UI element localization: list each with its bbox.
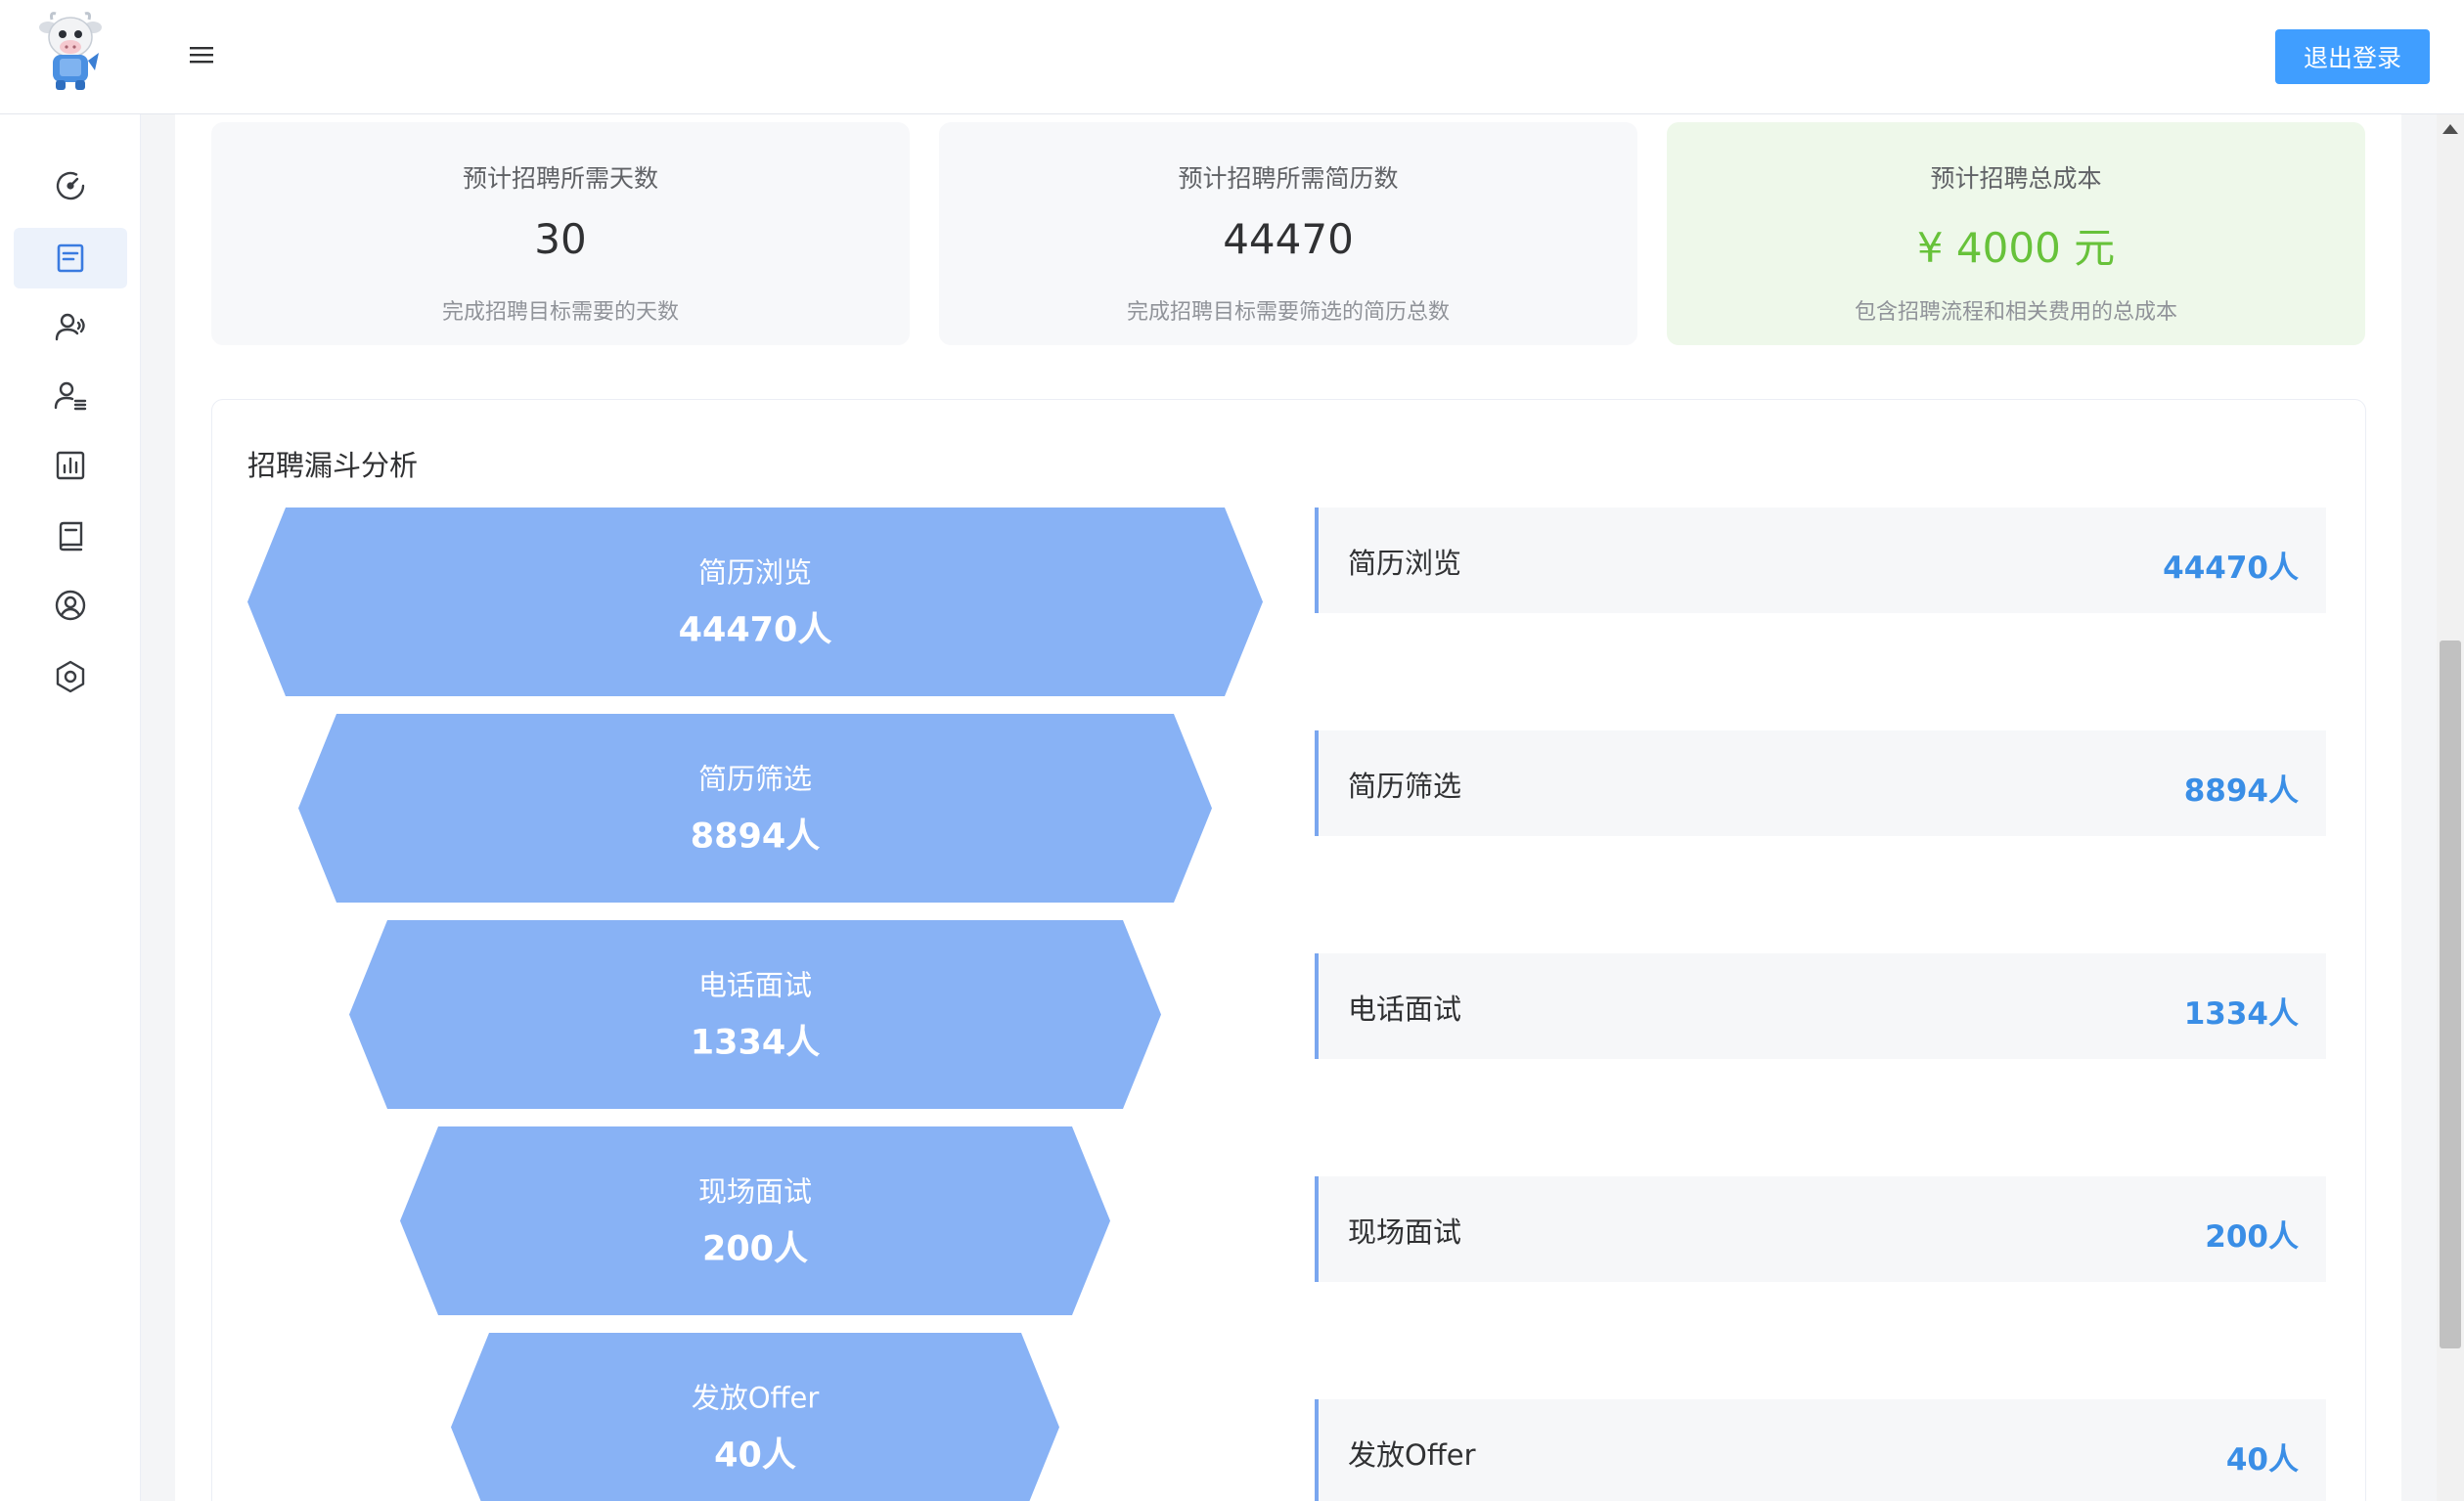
sidebar-item-dashboard[interactable]: [14, 155, 127, 216]
bar-chart-icon: [56, 451, 85, 480]
stat-card-resumes: 预计招聘所需简历数 44470 完成招聘目标需要筛选的简历总数: [939, 122, 1637, 345]
stat-desc: 完成招聘目标需要筛选的简历总数: [1126, 300, 1450, 325]
funnel-stage-count: 1334人: [691, 1024, 820, 1063]
legend-stage-name: 电话面试: [1348, 993, 1462, 1026]
user-voice-icon: [55, 313, 85, 341]
top-header: 退出登录: [0, 0, 2464, 114]
sidebar-item-handbook[interactable]: [14, 506, 127, 566]
legend-stage-name: 简历浏览: [1348, 547, 1462, 580]
legend-stage-name: 发放Offer: [1348, 1438, 1476, 1472]
stat-value: ¥ 4000 元: [1916, 224, 2116, 272]
funnel-legend-item[interactable]: 现场面试 200人: [1315, 1176, 2326, 1282]
funnel-stage-name: 简历浏览: [698, 556, 812, 590]
funnel-card: 招聘漏斗分析 简历浏览 44470人 简历筛选 8894人 电话面试 1334人 现场面试 2…: [211, 399, 2366, 1501]
stat-title: 预计招聘所需天数: [462, 164, 658, 193]
document-form-icon: [57, 243, 84, 273]
stat-desc: 完成招聘目标需要的天数: [441, 300, 679, 325]
cow-mascot-logo[interactable]: [36, 10, 105, 94]
sidebar-item-candidates[interactable]: [14, 296, 127, 357]
stat-card-days: 预计招聘所需天数 30 完成招聘目标需要的天数: [211, 122, 910, 345]
funnel-segment[interactable]: [349, 920, 1161, 1109]
funnel-stage-name: 简历筛选: [698, 763, 812, 796]
funnel-chart: 简历浏览 44470人简历筛选 8894人电话面试 1334人现场面试 200人发放Of…: [247, 508, 1263, 1501]
funnel-stage-name: 发放Offer: [692, 1382, 820, 1415]
legend-stage-count: 8894人: [2183, 773, 2299, 809]
stat-title: 预计招聘总成本: [1930, 164, 2102, 193]
stat-desc: 包含招聘流程和相关费用的总成本: [1854, 300, 2177, 325]
funnel-legend-item[interactable]: 简历筛选 8894人: [1315, 730, 2326, 836]
funnel-segment[interactable]: [247, 508, 1263, 696]
legend-stage-name: 简历筛选: [1348, 770, 1462, 803]
sidebar-item-profile[interactable]: [14, 575, 127, 636]
sidebar-item-reports[interactable]: [14, 435, 127, 496]
sidebar-item-employees[interactable]: [14, 365, 127, 425]
user-circle-icon: [55, 590, 86, 621]
stat-value: 44470: [1223, 215, 1354, 263]
book-icon: [59, 521, 83, 552]
settings-hexagon-icon: [56, 660, 85, 693]
funnel-legend-item[interactable]: 电话面试 1334人: [1315, 953, 2326, 1059]
stat-title: 预计招聘所需简历数: [1178, 164, 1399, 193]
sidebar-item-settings[interactable]: [14, 646, 127, 707]
main-content: 预计招聘所需天数 30 完成招聘目标需要的天数 预计招聘所需简历数 44470 …: [141, 114, 2437, 1501]
funnel-stage-count: 200人: [702, 1230, 808, 1269]
funnel-stage-name: 现场面试: [698, 1175, 812, 1209]
sidebar: [0, 114, 141, 1501]
funnel-segment[interactable]: [451, 1333, 1059, 1501]
stat-value: 30: [534, 215, 587, 263]
funnel-stage-count: 44470人: [679, 611, 832, 650]
sidebar-item-recruitment[interactable]: [14, 228, 127, 288]
hamburger-menu-icon[interactable]: [188, 41, 215, 68]
logout-button[interactable]: 退出登录: [2275, 29, 2430, 84]
scrollbar-thumb[interactable]: [2440, 640, 2461, 1348]
funnel-segment[interactable]: [298, 714, 1212, 903]
legend-stage-count: 1334人: [2183, 996, 2299, 1032]
funnel-stage-name: 电话面试: [698, 969, 812, 1002]
legend-stage-count: 44470人: [2163, 551, 2299, 586]
funnel-stage-count: 40人: [714, 1436, 796, 1476]
legend-stage-name: 现场面试: [1348, 1215, 1462, 1249]
legend-stage-count: 200人: [2205, 1219, 2299, 1255]
dashboard-gauge-icon: [56, 171, 85, 200]
funnel-legend-item[interactable]: 简历浏览 44470人: [1315, 508, 2326, 613]
user-list-icon: [54, 381, 87, 411]
funnel-stage-count: 8894人: [691, 817, 820, 857]
stat-card-cost: 预计招聘总成本 ¥ 4000 元 包含招聘流程和相关费用的总成本: [1667, 122, 2365, 345]
legend-stage-count: 40人: [2225, 1442, 2299, 1478]
funnel-segment[interactable]: [400, 1126, 1110, 1315]
scroll-up-arrow-icon[interactable]: [2442, 124, 2458, 134]
funnel-legend-item[interactable]: 发放Offer 40人: [1315, 1399, 2326, 1501]
